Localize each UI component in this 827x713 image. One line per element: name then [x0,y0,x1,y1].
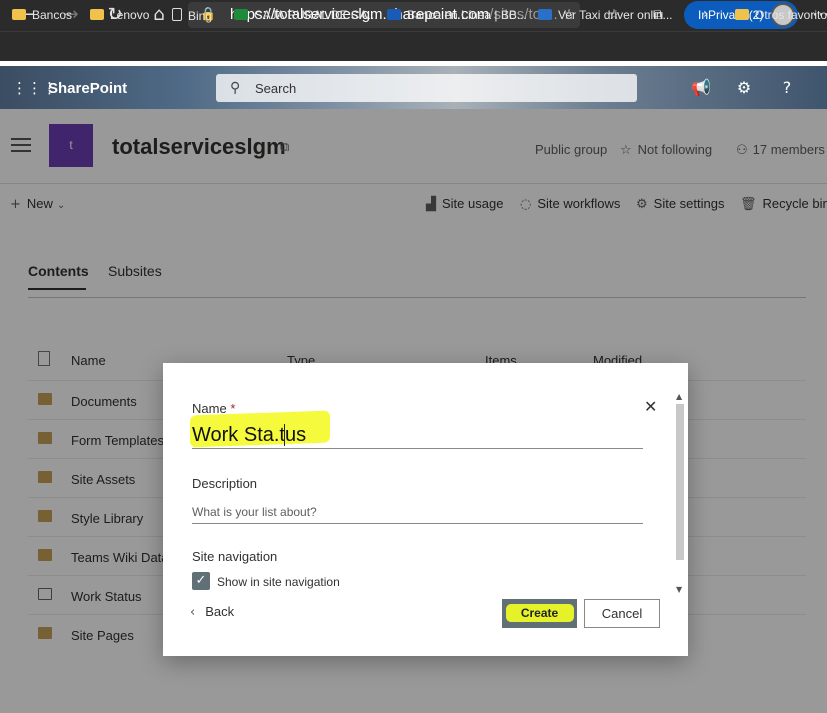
bookmark-bing[interactable]: Bing [172,8,212,23]
checkmark-icon: ✓ [195,573,207,588]
sharepoint-title[interactable]: SharePoint [48,80,127,97]
folder-icon [90,9,104,20]
back-button[interactable]: ‹ Back [190,604,234,624]
description-label: Description [192,476,258,491]
folder-icon [735,9,749,20]
search-icon: ⚲ [230,80,241,96]
bookmark-lenovo[interactable]: Lenovo [90,8,149,22]
scroll-up-icon[interactable]: ▲ [676,392,682,401]
video-icon [538,9,552,20]
bookmark-caja-rural[interactable]: CAJA RURAL DE CA... [234,8,378,22]
home-icon[interactable]: ⌂ [146,3,172,27]
text-caret [284,424,285,446]
show-in-nav-label[interactable]: Show in site navigation [217,575,340,589]
dialog-scrollbar[interactable] [676,404,684,560]
bookmark-otros-favoritos[interactable]: Otros favorito [735,8,827,22]
search-placeholder[interactable]: Search [255,81,296,96]
show-in-nav-checkbox[interactable]: ✓ [192,572,210,590]
chevron-left-icon: ‹ [190,605,196,620]
scroll-down-icon[interactable]: ▼ [676,585,682,594]
app-launcher-icon[interactable]: ⋮⋮⋮ [12,80,57,96]
site-navigation-label: Site navigation [192,549,278,564]
page-icon [172,8,182,21]
description-field[interactable] [192,500,643,524]
bookmark-bancos[interactable]: Bancos [12,8,72,22]
bbva-icon [387,9,401,20]
folder-icon [12,9,26,20]
name-field[interactable] [192,422,643,449]
chevron-right-icon[interactable]: › [703,6,709,22]
close-icon[interactable]: ✕ [644,397,657,416]
gear-icon[interactable]: ⚙ [734,78,754,98]
bookmarks-bar [0,31,827,61]
cancel-button[interactable]: Cancel [584,599,660,628]
caja-rural-icon [234,9,248,20]
help-icon[interactable]: ? [777,78,797,98]
megaphone-icon[interactable]: 📢 [691,78,711,98]
bookmark-taxi-driver[interactable]: Ver Taxi driver onlin... [538,8,673,22]
create-button-label[interactable]: Create [502,606,577,620]
bookmark-banca-en-linea[interactable]: Banca en Línea | BB... [387,8,527,22]
